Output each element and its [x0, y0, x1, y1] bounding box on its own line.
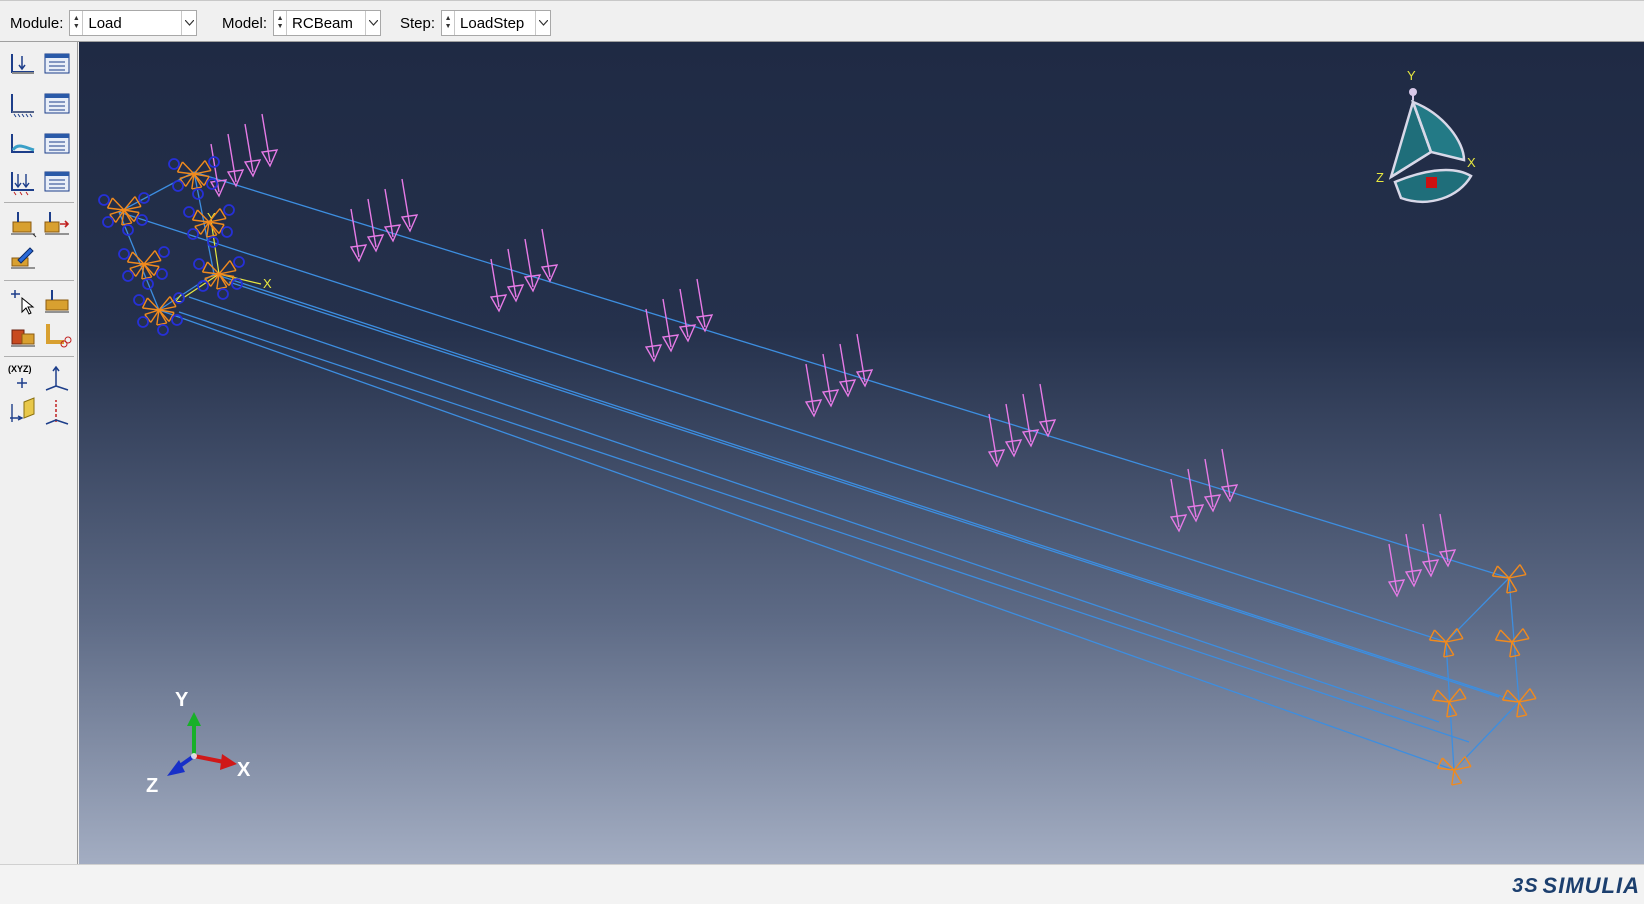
- load-manager-icon[interactable]: [42, 48, 72, 78]
- pressure-arrow: [400, 178, 419, 233]
- pressure-arrow: [1421, 523, 1440, 578]
- pressure-arrow: [1186, 468, 1205, 523]
- cut-icon[interactable]: [42, 320, 72, 350]
- query-icon[interactable]: [8, 286, 38, 316]
- pressure-arrow: [678, 288, 697, 343]
- view-cube-x-label: X: [1467, 155, 1476, 170]
- pressure-arrow: [1404, 533, 1423, 588]
- pressure-arrow: [383, 188, 402, 243]
- module-value: Load: [88, 14, 122, 32]
- step-value: LoadStep: [460, 14, 525, 32]
- load-case-manager-icon[interactable]: [42, 166, 72, 196]
- toolbox-separator: [4, 202, 74, 203]
- special-manager-icon[interactable]: [42, 208, 72, 238]
- pressure-arrow: [243, 123, 262, 178]
- pressure-arrow: [226, 133, 245, 188]
- create-datum-axis-icon[interactable]: [42, 396, 72, 426]
- pressure-arrow: [1038, 383, 1057, 438]
- global-triad: [167, 712, 237, 776]
- pressure-load-arrows: [209, 113, 1457, 598]
- pressure-arrow: [855, 333, 874, 388]
- model-spinner[interactable]: ▲ ▼: [274, 11, 288, 35]
- pressure-arrow: [366, 198, 385, 253]
- bc-manager-icon[interactable]: [42, 88, 72, 118]
- predefined-field-manager-icon[interactable]: [42, 128, 72, 158]
- beam-edges: [118, 171, 1520, 771]
- pressure-arrow: [489, 258, 508, 313]
- pressure-arrow: [1438, 513, 1457, 568]
- model-combo[interactable]: ▲ ▼ RCBeam: [273, 10, 382, 36]
- view-cube[interactable]: [1388, 88, 1473, 203]
- step-label: Step:: [400, 14, 436, 32]
- chevron-down-icon[interactable]: [535, 11, 550, 35]
- local-x-label: X: [263, 276, 272, 291]
- boundary-condition-symbols: [98, 156, 1537, 786]
- create-predefined-field-icon[interactable]: [8, 128, 38, 158]
- simulia-brand: SIMULIA: [1542, 873, 1640, 898]
- step-combo[interactable]: ▲ ▼ LoadStep: [441, 10, 552, 36]
- global-y-label: Y: [175, 689, 189, 711]
- toolbox: (XYZ): [0, 42, 78, 864]
- module-spinner[interactable]: ▲ ▼: [70, 11, 84, 35]
- view-cube-y-handle[interactable]: [1409, 88, 1417, 96]
- module-selector: Module: ▲ ▼ Load: [10, 9, 198, 37]
- module-label: Module:: [10, 14, 64, 32]
- boundary-condition-symbol: [1494, 628, 1530, 658]
- view-cube-z-label: Z: [1376, 170, 1384, 185]
- status-bar: 3S SIMULIA: [0, 864, 1644, 904]
- module-combo[interactable]: ▲ ▼ Load: [69, 10, 198, 36]
- chevron-down-icon[interactable]: [365, 11, 380, 35]
- create-bc-icon[interactable]: [8, 88, 38, 118]
- pressure-arrow: [506, 248, 525, 303]
- pressure-arrow: [540, 228, 559, 283]
- viewport-canvas[interactable]: X Y Z Y X Z Y X Z: [79, 42, 1644, 864]
- edit-icon[interactable]: [8, 242, 38, 272]
- toolbox-separator: [4, 280, 74, 281]
- 3ds-logo-mark: 3S: [1512, 874, 1539, 897]
- datum-icon[interactable]: [8, 320, 38, 350]
- view-cube-y-label: Y: [1407, 68, 1416, 83]
- create-load-icon[interactable]: [8, 48, 38, 78]
- boundary-condition-symbol: [1501, 688, 1537, 718]
- global-x-label: X: [237, 759, 251, 781]
- toolbox-separator: [4, 356, 74, 357]
- pressure-arrow: [1169, 478, 1188, 533]
- pressure-arrow: [804, 363, 823, 418]
- global-z-label: Z: [146, 775, 158, 797]
- chevron-down-icon[interactable]: [181, 11, 196, 35]
- create-load-case-icon[interactable]: [8, 166, 38, 196]
- create-special-icon[interactable]: [8, 208, 38, 238]
- pressure-arrow: [523, 238, 542, 293]
- pressure-arrow: [695, 278, 714, 333]
- beam-model-view[interactable]: X Y Z Y X Z Y X Z: [79, 42, 1644, 864]
- model-selector: Model: ▲ ▼ RCBeam: [222, 9, 382, 37]
- pressure-arrow: [1021, 393, 1040, 448]
- pressure-arrow: [1387, 543, 1406, 598]
- pressure-arrow: [644, 308, 663, 363]
- simulia-logo: 3S SIMULIA: [1512, 873, 1640, 899]
- partition-icon[interactable]: [42, 286, 72, 316]
- view-cube-center-marker: [1426, 177, 1437, 188]
- boundary-condition-symbol: [118, 246, 170, 290]
- step-spinner[interactable]: ▲ ▼: [442, 11, 456, 35]
- create-datum-plane-icon[interactable]: [8, 396, 38, 426]
- boundary-condition-symbol: [1436, 756, 1472, 786]
- model-value: RCBeam: [292, 14, 353, 32]
- context-bar: Module: ▲ ▼ Load Model: ▲ ▼ RCBeam Step: ▲…: [0, 0, 1644, 42]
- create-datum-point-icon[interactable]: (XYZ): [8, 362, 38, 392]
- step-selector: Step: ▲ ▼ LoadStep: [400, 9, 552, 37]
- pressure-arrow: [821, 353, 840, 408]
- pressure-arrow: [260, 113, 279, 168]
- pressure-arrow: [349, 208, 368, 263]
- create-datum-csys-icon[interactable]: [42, 362, 72, 392]
- pressure-arrow: [1004, 403, 1023, 458]
- model-label: Model:: [222, 14, 268, 32]
- pressure-arrow: [661, 298, 680, 353]
- pressure-arrow: [838, 343, 857, 398]
